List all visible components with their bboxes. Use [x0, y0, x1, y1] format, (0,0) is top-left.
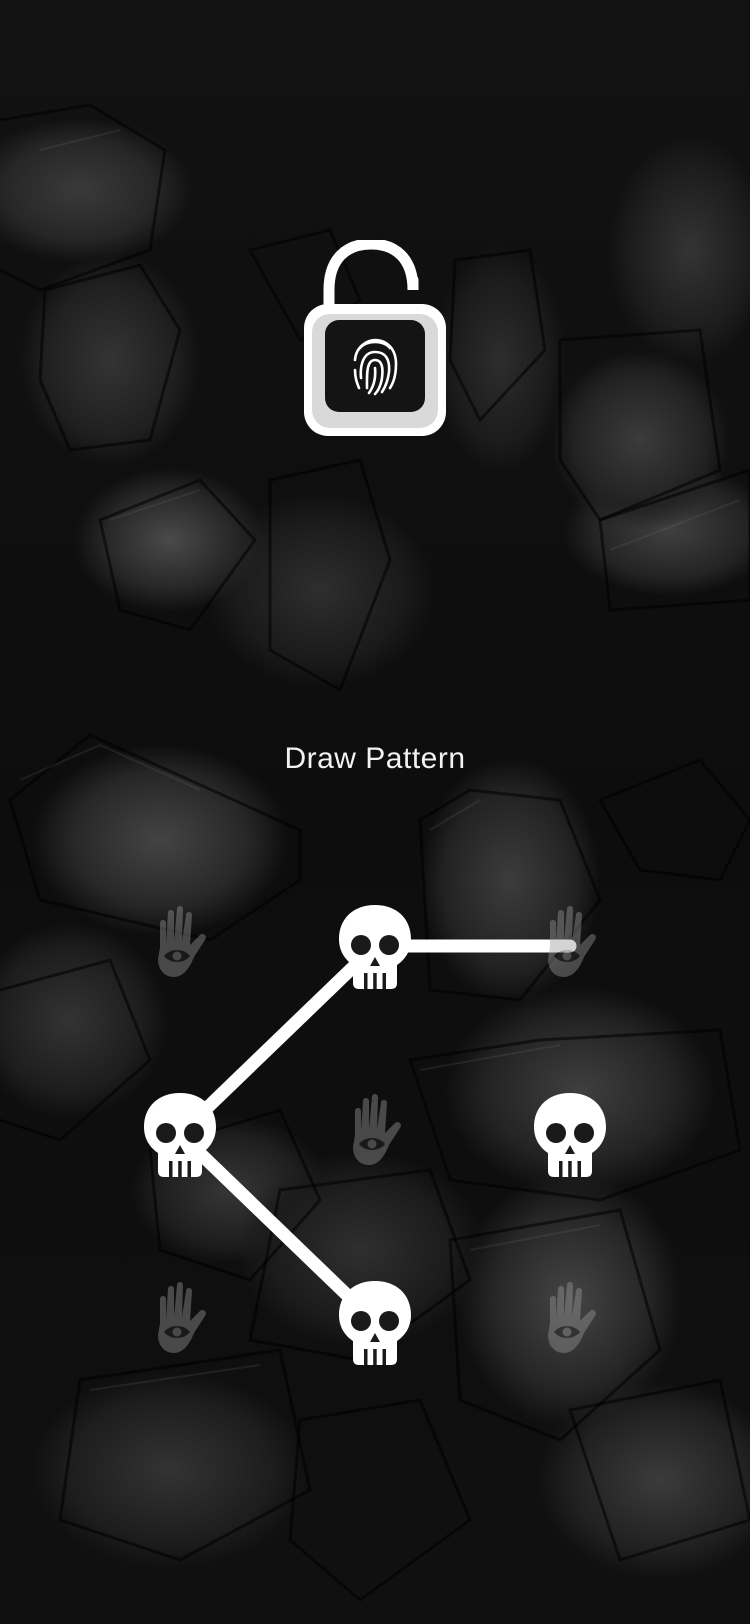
eye-hand-icon — [158, 1282, 206, 1353]
eye-hand-icon — [548, 906, 596, 977]
pattern-dot-9[interactable] — [530, 1277, 610, 1367]
pattern-dot-5[interactable] — [335, 1089, 415, 1179]
pattern-dot-1[interactable] — [140, 901, 220, 991]
eye-hand-icon — [158, 906, 206, 977]
eye-hand-icon — [548, 1282, 596, 1353]
eye-hand-icon — [353, 1094, 401, 1165]
pattern-dot-7[interactable] — [140, 1277, 220, 1367]
skull-icon — [339, 1281, 411, 1365]
unlocked-padlock-fingerprint-icon — [300, 238, 450, 440]
skull-icon — [534, 1093, 606, 1177]
lock-screen: Draw Pattern — [0, 0, 750, 1624]
draw-pattern-label: Draw Pattern — [284, 742, 466, 775]
skull-icon — [144, 1093, 216, 1177]
skull-icon — [339, 905, 411, 989]
pattern-dot-6[interactable] — [530, 1089, 610, 1179]
pattern-dot-2[interactable] — [335, 901, 415, 991]
pattern-dot-4[interactable] — [140, 1089, 220, 1179]
pattern-dot-8[interactable] — [335, 1277, 415, 1367]
pattern-dot-3[interactable] — [530, 901, 610, 991]
